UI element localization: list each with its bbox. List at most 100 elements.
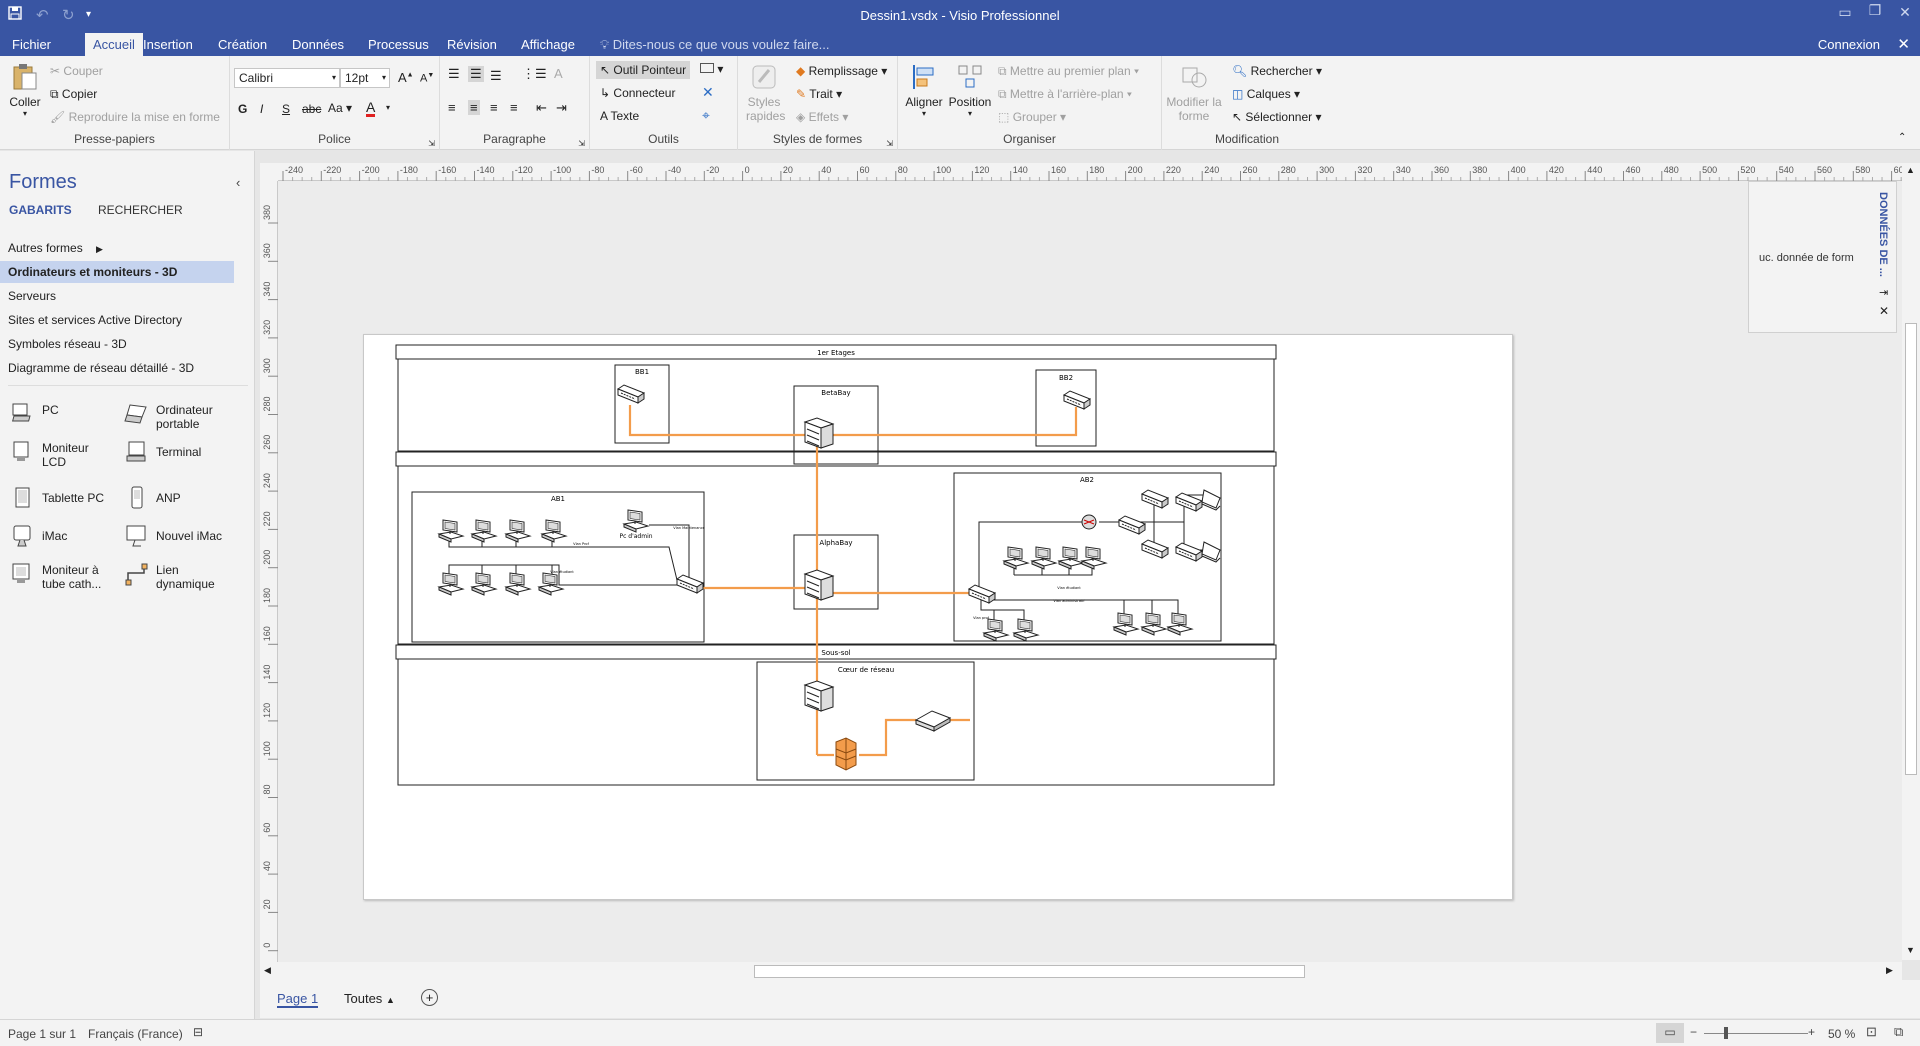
shrink-font-icon[interactable]: A▼	[420, 72, 434, 85]
switch-ab2-dist[interactable]	[1118, 515, 1146, 535]
quick-styles-button[interactable]: Styles rapides	[746, 62, 785, 123]
tab-donnees[interactable]: Données	[284, 35, 352, 54]
pc-ab2[interactable]	[1003, 546, 1029, 570]
scroll-down-icon[interactable]: ▼	[1906, 945, 1915, 955]
pc-ab2[interactable]	[1031, 546, 1057, 570]
switch-ab1[interactable]	[676, 574, 704, 594]
shape-tablet[interactable]: Tablette PC	[10, 481, 120, 517]
macro-record-icon[interactable]: ⊟	[193, 1025, 203, 1039]
grow-font-icon[interactable]: A▲	[398, 70, 414, 85]
tab-page-1[interactable]: Page 1	[277, 991, 319, 1008]
justify-icon[interactable]: ≡	[510, 100, 518, 115]
horizontal-scrollbar[interactable]: ◀ ▶	[260, 962, 1902, 980]
connection-point-icon[interactable]: ✕	[702, 84, 714, 101]
close-icon[interactable]: ✕	[1879, 304, 1889, 318]
tab-rechercher[interactable]: RECHERCHER	[98, 203, 183, 217]
pc-ab2[interactable]	[1113, 612, 1139, 636]
find-button[interactable]: 🔍︎ Rechercher ▾	[1232, 64, 1322, 78]
align-top-icon[interactable]: ☰	[448, 66, 460, 82]
pc-ab2[interactable]	[1141, 612, 1167, 636]
switch-ab2-bottom[interactable]	[1141, 539, 1169, 559]
switch-windows-icon[interactable]: ⧉	[1894, 1024, 1903, 1040]
pc-ab1[interactable]	[505, 572, 531, 596]
firewall[interactable]	[835, 737, 857, 771]
pc-ab1[interactable]	[505, 519, 531, 543]
font-size-combo[interactable]: 12pt ▾	[340, 68, 390, 88]
align-center-icon[interactable]: ≡	[468, 100, 480, 115]
pin-icon[interactable]: ⇥	[1879, 286, 1888, 299]
tab-gabarits[interactable]: GABARITS	[9, 203, 72, 217]
decrease-indent-icon[interactable]: ⇤	[536, 100, 547, 116]
tell-me-box[interactable]: 💡︎ Dites-nous ce que vous voulez faire..…	[600, 37, 830, 53]
shape-laptop[interactable]: Ordinateur portable	[124, 397, 234, 433]
language-indicator[interactable]: Français (France)	[88, 1027, 183, 1041]
bullets-icon[interactable]: ⋮☰	[522, 66, 547, 82]
group-button[interactable]: ⬚ Grouper ▾	[998, 110, 1066, 124]
switch-ab2-small[interactable]	[1175, 492, 1203, 512]
pc-ab1[interactable]	[438, 572, 464, 596]
shape-lcd-monitor[interactable]: Moniteur LCD	[10, 435, 120, 471]
change-shape-button[interactable]: Modifier la forme	[1166, 62, 1222, 123]
pc-ab1[interactable]	[438, 519, 464, 543]
change-case-button[interactable]: Aa ▾	[328, 101, 352, 115]
shape-pda[interactable]: ANP	[124, 481, 234, 517]
align-middle-icon[interactable]: ☰	[468, 66, 484, 82]
stencil-reseau-detaille[interactable]: Diagramme de réseau détaillé - 3D	[0, 357, 234, 379]
cut-button[interactable]: ✂ Couper	[50, 64, 103, 78]
vertical-scroll-thumb[interactable]	[1905, 323, 1917, 775]
switch-ab2-top[interactable]	[1141, 489, 1169, 509]
tab-revision[interactable]: Révision	[439, 35, 505, 54]
server-alphabay[interactable]	[804, 569, 834, 601]
laptop-ab2[interactable]	[1201, 541, 1221, 563]
drawing-page[interactable]: 1er Etages Sous-sol BB1 BetaBay BB2 AB1 …	[363, 334, 1513, 900]
pc-ab1[interactable]	[541, 519, 567, 543]
server-core[interactable]	[804, 680, 834, 712]
vertical-scrollbar[interactable]: ▲ ▼	[1902, 163, 1920, 960]
modem[interactable]	[914, 710, 952, 732]
connector-tool-button[interactable]: ↳ Connecteur	[600, 86, 675, 100]
paste-button[interactable]: Coller ▾	[8, 62, 42, 118]
rectangle-tool-button[interactable]: ▾	[700, 62, 723, 76]
ribbon-display-icon[interactable]: ▭	[1830, 4, 1860, 21]
stencil-active-directory[interactable]: Sites et services Active Directory	[0, 309, 234, 331]
room-bb1[interactable]	[614, 364, 670, 444]
send-to-back-button[interactable]: ⧉ Mettre à l'arrière-plan ▾	[998, 87, 1132, 102]
room-ab1[interactable]	[411, 491, 705, 643]
tab-insertion[interactable]: Insertion	[135, 35, 201, 54]
pc-ab2[interactable]	[1013, 618, 1039, 642]
font-color-button[interactable]: A	[366, 100, 376, 117]
pc-ab1[interactable]	[471, 519, 497, 543]
zoom-slider[interactable]	[1704, 1033, 1808, 1034]
scroll-right-icon[interactable]: ▶	[1886, 965, 1893, 976]
close-icon[interactable]: ✕	[1897, 35, 1910, 53]
text-direction-icon[interactable]: A	[554, 66, 563, 81]
shape-crt-monitor[interactable]: Moniteur à tube cath...	[10, 557, 120, 593]
text-block-icon[interactable]: ⌖	[702, 107, 710, 124]
format-painter-button[interactable]: 🖌︎ Reproduire la mise en forme	[50, 110, 220, 124]
pc-ab2[interactable]	[1167, 612, 1193, 636]
add-page-icon[interactable]: +	[421, 989, 438, 1006]
pointer-tool-button[interactable]: ↖ Outil Pointeur	[596, 61, 691, 79]
zoom-level[interactable]: 50 %	[1828, 1027, 1855, 1041]
stencil-serveurs[interactable]: Serveurs	[0, 285, 234, 307]
dialog-launcher-icon[interactable]: ⇲	[886, 139, 893, 148]
switch-ab2-small[interactable]	[1175, 542, 1203, 562]
align-left-icon[interactable]: ≡	[448, 100, 456, 115]
copy-button[interactable]: ⧉ Copier	[50, 87, 97, 102]
zoom-in-icon[interactable]: +	[1808, 1025, 1815, 1039]
close-window-icon[interactable]: ✕	[1890, 4, 1920, 21]
effects-button[interactable]: ◈ Effets ▾	[796, 110, 848, 124]
shape-new-imac[interactable]: Nouvel iMac	[124, 519, 234, 555]
pc-ab1[interactable]	[471, 572, 497, 596]
all-pages-button[interactable]: Toutes ▲	[344, 991, 395, 1006]
increase-indent-icon[interactable]: ⇥	[556, 100, 567, 116]
strikethrough-button[interactable]: abc	[302, 102, 321, 116]
scroll-up-icon[interactable]: ▲	[1906, 165, 1915, 175]
position-button[interactable]: Position ▾	[948, 62, 992, 118]
pc-ab2[interactable]	[983, 618, 1009, 642]
tab-creation[interactable]: Création	[210, 35, 275, 54]
collapse-ribbon-icon[interactable]: ⌃	[1898, 132, 1906, 143]
dialog-launcher-icon[interactable]: ⇲	[428, 139, 435, 148]
laptop-ab2[interactable]	[1201, 489, 1221, 511]
admin-pc[interactable]	[623, 509, 649, 533]
